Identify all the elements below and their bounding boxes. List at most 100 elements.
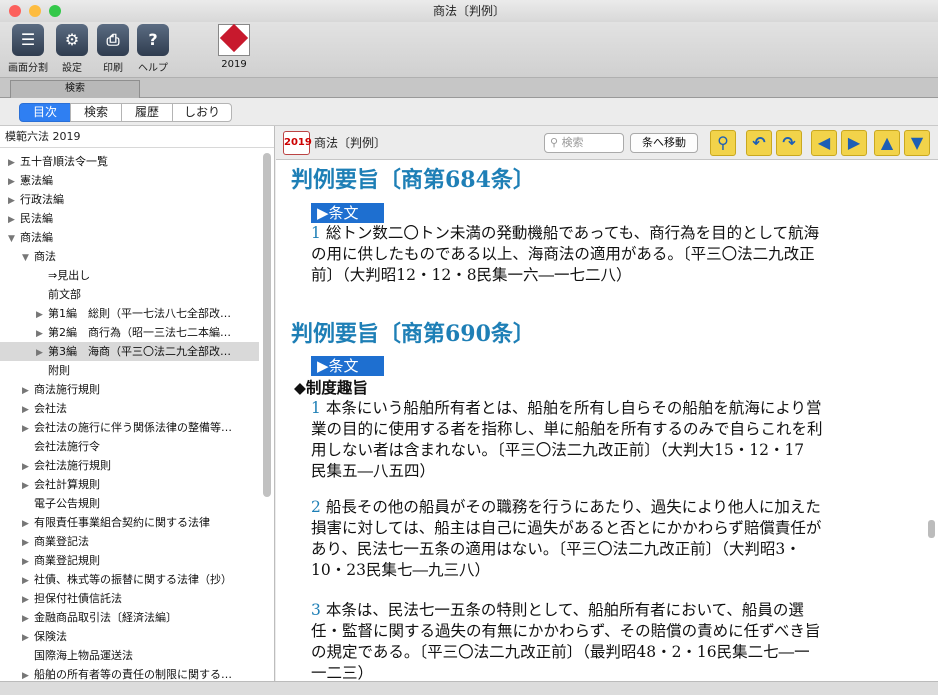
article-text-button[interactable]: ▶条文 (311, 203, 384, 223)
sidebar-tree-item[interactable]: ▶ 第3編 海商（平三〇法二九全部改… (0, 342, 259, 361)
disclosure-closed-icon[interactable]: ▶ (22, 667, 34, 681)
status-bar (0, 681, 938, 695)
ruling-paragraph: 1 総トン数二〇トン未満の発動機船であっても、商行為を目的として航海 の用に供し… (311, 224, 820, 284)
tab-search[interactable]: 検索 (70, 103, 122, 122)
disclosure-closed-icon[interactable]: ▶ (22, 534, 34, 551)
split-view-button[interactable]: ☰ 画面分割 (3, 24, 53, 74)
sidebar-tree-item[interactable]: 国際海上物品運送法 (0, 646, 259, 665)
sidebar-item-label: 商業登記法 (34, 535, 89, 548)
sidebar-tree-item[interactable]: ▶ 商法施行規則 (0, 380, 259, 399)
article-content: 判例要旨〔商第684条〕 ▶条文 1 総トン数二〇トン未満の発動機船であっても、… (276, 160, 938, 681)
sidebar-tree-item[interactable]: ▶ 会社法施行規則 (0, 456, 259, 475)
disclosure-closed-icon[interactable]: ▶ (8, 211, 20, 228)
tab-history[interactable]: 履歴 (121, 103, 173, 122)
sidebar-tree-item[interactable]: 電子公告規則 (0, 494, 259, 513)
year-badge: 2019 (283, 131, 312, 155)
gear-icon: ⚙ (56, 24, 88, 56)
content-search-input[interactable]: ⚲ 検索 (544, 133, 624, 153)
sidebar-tree-item[interactable]: ▶ 第2編 商行為（昭一三法七二本編… (0, 323, 259, 342)
sidebar-item-label: 第2編 商行為（昭一三法七二本編… (48, 326, 231, 339)
sidebar-tree-item[interactable]: 附則 (0, 361, 259, 380)
sidebar-item-label: 国際海上物品運送法 (34, 649, 133, 662)
article-text-button[interactable]: ▶条文 (311, 356, 384, 376)
back-icon[interactable]: ↶ (746, 130, 772, 156)
sidebar-tree-item[interactable]: ▶ 会社計算規則 (0, 475, 259, 494)
sidebar-tree-item[interactable]: ▶ 商業登記法 (0, 532, 259, 551)
sidebar-item-label: 有限責任事業組合契約に関する法律 (34, 516, 210, 529)
search-icon[interactable]: ⚲ (710, 130, 736, 156)
sidebar-tree-item[interactable]: ▶ 第1編 総則（平一七法八七全部改… (0, 304, 259, 323)
sidebar-item-label: 会社法の施行に伴う関係法律の整備等… (34, 421, 232, 434)
disclosure-closed-icon[interactable]: ▶ (8, 173, 20, 190)
sidebar-item-label: 附則 (48, 364, 70, 377)
tab-bookmarks[interactable]: しおり (172, 103, 232, 122)
disclosure-closed-icon[interactable]: ▶ (22, 420, 34, 437)
disclosure-closed-icon[interactable]: ▶ (22, 610, 34, 627)
previous-icon[interactable]: ◀ (811, 130, 837, 156)
sidebar-tree-item[interactable]: ▶ 民法編 (0, 209, 259, 228)
sidebar-tree-item[interactable]: ▶ 行政法編 (0, 190, 259, 209)
toolbar: ☰ 画面分割 ⚙ 設定 ⎙ 印刷 ? ヘルプ 2019 (0, 22, 938, 78)
sidebar-tree-item[interactable]: ▶ 船舶の所有者等の責任の制限に関する… (0, 665, 259, 681)
sidebar-item-label: 行政法編 (20, 193, 64, 206)
disclosure-open-icon[interactable]: ▼ (8, 230, 20, 247)
sidebar-tree-item[interactable]: ▶ 保険法 (0, 627, 259, 646)
sidebar-tree-item[interactable]: ▶ 担保付社債信託法 (0, 589, 259, 608)
sidebar-tree-item[interactable]: ▶ 有限責任事業組合契約に関する法律 (0, 513, 259, 532)
disclosure-closed-icon[interactable]: ▶ (8, 192, 20, 209)
sidebar-item-label: 第3編 海商（平三〇法二九全部改… (48, 345, 231, 358)
disclosure-open-icon[interactable]: ▼ (22, 249, 34, 266)
content-title: 商法〔判例〕 (314, 136, 387, 150)
next-icon[interactable]: ▶ (841, 130, 867, 156)
sidebar-tree-item[interactable]: ⇒見出し (0, 266, 259, 285)
sidebar: 模範六法 2019 ▶ 五十音順法令一覧 ▶ 憲法編 ▶ 行政法編 ▶ 民法編 ▼ 商法編 ▼ 商法 ⇒… (0, 126, 275, 681)
sidebar-tree-item[interactable]: ▶ 社債、株式等の振替に関する法律（抄） (0, 570, 259, 589)
sidebar-tree-item[interactable]: ▶ 会社法の施行に伴う関係法律の整備等… (0, 418, 259, 437)
disclosure-closed-icon[interactable]: ▶ (22, 477, 34, 494)
forward-icon[interactable]: ↷ (776, 130, 802, 156)
disclosure-closed-icon[interactable]: ▶ (22, 572, 34, 589)
sidebar-item-label: 電子公告規則 (34, 497, 100, 510)
disclosure-closed-icon[interactable]: ▶ (36, 325, 48, 342)
zoom-window-button[interactable] (49, 5, 61, 17)
sidebar-tree-item[interactable]: ▶ 憲法編 (0, 171, 259, 190)
ruling-heading-690: 判例要旨〔商第690条〕 (291, 321, 535, 347)
disclosure-closed-icon[interactable]: ▶ (36, 306, 48, 323)
sidebar-tree-item[interactable]: ▶ 金融商品取引法〔経済法編〕 (0, 608, 259, 627)
up-icon[interactable]: ▲ (874, 130, 900, 156)
book-2019-button[interactable]: 2019 (216, 23, 252, 70)
disclosure-closed-icon[interactable]: ▶ (22, 629, 34, 646)
jump-to-article-button[interactable]: 条へ移動 (630, 133, 698, 153)
sidebar-item-label: 五十音順法令一覧 (20, 155, 108, 168)
content-scrollbar[interactable] (928, 520, 935, 538)
sidebar-scrollbar[interactable] (263, 153, 271, 497)
disclosure-closed-icon[interactable]: ▶ (22, 591, 34, 608)
sidebar-tree-item[interactable]: 会社法施行令 (0, 437, 259, 456)
sidebar-item-label: 商業登記規則 (34, 554, 100, 567)
minimize-window-button[interactable] (29, 5, 41, 17)
sidebar-item-label: 民法編 (20, 212, 53, 225)
sidebar-tree-item[interactable]: ▶ 五十音順法令一覧 (0, 152, 259, 171)
disclosure-closed-icon[interactable]: ▶ (22, 553, 34, 570)
sidebar-item-label: 金融商品取引法〔経済法編〕 (34, 611, 177, 624)
disclosure-closed-icon[interactable]: ▶ (8, 154, 20, 171)
disclosure-closed-icon[interactable]: ▶ (22, 401, 34, 418)
disclosure-closed-icon[interactable]: ▶ (22, 515, 34, 532)
down-icon[interactable]: ▼ (904, 130, 930, 156)
close-window-button[interactable] (9, 5, 21, 17)
segmented-control: 目次 検索 履歴 しおり (0, 98, 938, 126)
sidebar-tree-item[interactable]: ▶ 商業登記規則 (0, 551, 259, 570)
tab-toc[interactable]: 目次 (19, 103, 71, 122)
sidebar-tree-item[interactable]: ▶ 会社法 (0, 399, 259, 418)
ruling-paragraph: 1 本条にいう船舶所有者とは、船舶を所有し自らその船舶を航海により営 業の目的に… (311, 399, 823, 480)
sidebar-tree-item[interactable]: ▼ 商法 (0, 247, 259, 266)
split-view-icon: ☰ (12, 24, 44, 56)
search-tab[interactable]: 検索 (10, 80, 140, 98)
sidebar-tree-item[interactable]: ▼ 商法編 (0, 228, 259, 247)
disclosure-closed-icon[interactable]: ▶ (22, 382, 34, 399)
disclosure-closed-icon[interactable]: ▶ (22, 458, 34, 475)
help-button[interactable]: ? ヘルプ (128, 24, 178, 74)
ruling-paragraph: 2 船長その他の船員がその職務を行うにあたり、過失により他人に加えた 損害に対し… (311, 498, 822, 579)
disclosure-closed-icon[interactable]: ▶ (36, 344, 48, 361)
sidebar-tree-item[interactable]: 前文部 (0, 285, 259, 304)
